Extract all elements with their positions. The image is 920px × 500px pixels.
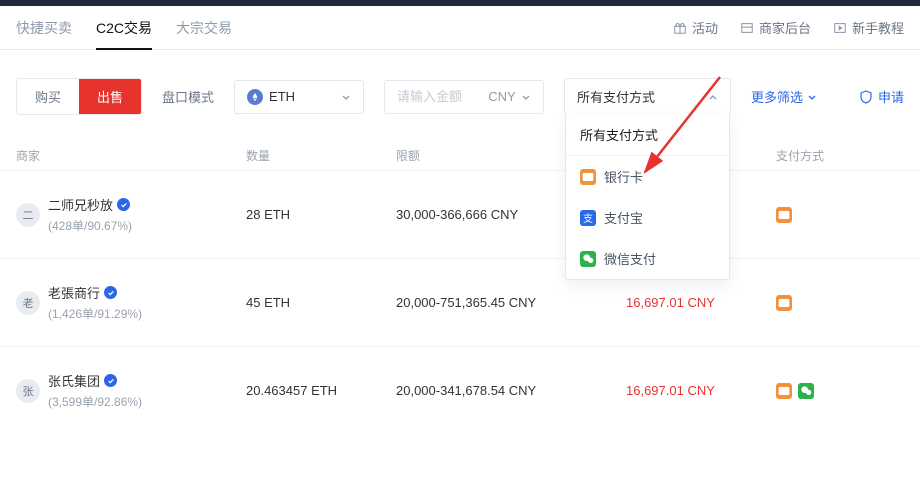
apply-label: 申请 — [878, 87, 904, 106]
chevron-down-icon — [521, 92, 531, 102]
th-pay: 支付方式 — [776, 147, 904, 164]
qty-cell: 20.463457 ETH — [246, 383, 396, 398]
nav-tab-block[interactable]: 大宗交易 — [176, 6, 232, 50]
more-filter-label: 更多筛选 — [751, 87, 803, 106]
tutorial-label: 新手教程 — [852, 18, 904, 37]
chevron-down-icon — [341, 92, 351, 102]
card-icon — [776, 207, 792, 223]
price-cell: 16,697.01 CNY — [626, 383, 776, 398]
th-qty: 数量 — [246, 147, 396, 164]
pay-option-label: 所有支付方式 — [580, 125, 658, 144]
qty-cell: 28 ETH — [246, 207, 396, 222]
verified-icon — [117, 198, 130, 211]
limit-cell: 20,000-341,678.54 CNY — [396, 383, 626, 398]
currency-label: CNY — [488, 89, 515, 104]
pay-methods-cell — [776, 383, 904, 399]
pay-option-label: 微信支付 — [604, 249, 656, 268]
more-filter-link[interactable]: 更多筛选 — [751, 87, 817, 106]
merchant-name: 二师兄秒放 — [48, 195, 132, 214]
merchant-back-label: 商家后台 — [759, 18, 811, 37]
card-icon — [776, 295, 792, 311]
table-row[interactable]: 二二师兄秒放 (428单/90.67%)28 ETH30,000-366,666… — [0, 170, 920, 258]
merchant-name: 张氏集团 — [48, 371, 142, 390]
card-icon — [580, 169, 596, 185]
nav-tab-quick[interactable]: 快捷买卖 — [16, 6, 72, 50]
table-row[interactable]: 老老張商行 (1,426单/91.29%) 45 ETH20,000-751,36… — [0, 258, 920, 346]
currency-selector[interactable]: CNY — [488, 89, 531, 104]
verified-icon — [104, 374, 117, 387]
pay-methods-cell — [776, 207, 904, 223]
th-merchant: 商家 — [16, 147, 246, 164]
pay-option-wechat[interactable]: 微信支付 — [566, 238, 729, 279]
wechat-icon — [580, 251, 596, 267]
pay-option-all[interactable]: 所有支付方式 — [566, 114, 729, 156]
payment-dropdown-trigger[interactable]: 所有支付方式 — [565, 79, 730, 114]
alipay-icon: 支 — [580, 210, 596, 226]
eth-icon — [247, 89, 263, 105]
nav-tab-c2c[interactable]: C2C交易 — [96, 6, 152, 50]
limit-cell: 20,000-751,365.45 CNY — [396, 295, 626, 310]
merchant-stats: (3,599单/92.86%) — [48, 393, 142, 410]
activity-label: 活动 — [692, 18, 718, 37]
amount-input[interactable] — [397, 89, 477, 104]
coin-label: ETH — [269, 89, 295, 104]
avatar: 老 — [16, 291, 40, 315]
payment-trigger-label: 所有支付方式 — [577, 87, 655, 106]
shield-icon — [859, 90, 873, 104]
pay-option-alipay[interactable]: 支 支付宝 — [566, 197, 729, 238]
price-cell: 16,697.01 CNY — [626, 295, 776, 310]
chevron-down-icon — [807, 92, 817, 102]
chevron-up-icon — [708, 92, 718, 102]
merchant-stats: (428单/90.67%) — [48, 217, 132, 234]
payment-dropdown-menu: 所有支付方式 银行卡 支 支付宝 微信支付 — [565, 114, 730, 280]
verified-icon — [104, 286, 117, 299]
gift-icon — [673, 21, 687, 35]
amount-box: CNY — [384, 80, 544, 114]
play-icon — [833, 21, 847, 35]
merchant-stats: (1,426单/91.29%) — [48, 305, 142, 322]
payment-dropdown: 所有支付方式 所有支付方式 银行卡 支 支付宝 微信支付 — [564, 78, 731, 115]
qty-cell: 45 ETH — [246, 295, 396, 310]
sell-button[interactable]: 出售 — [79, 79, 141, 114]
coin-select[interactable]: ETH — [234, 80, 364, 114]
pay-option-card[interactable]: 银行卡 — [566, 156, 729, 197]
buy-button[interactable]: 购买 — [17, 79, 79, 114]
apply-link[interactable]: 申请 — [859, 87, 904, 106]
merchant-name: 老張商行 — [48, 283, 142, 302]
avatar: 张 — [16, 379, 40, 403]
table-row[interactable]: 张张氏集团 (3,599单/92.86%) 20.463457 ETH20,000… — [0, 346, 920, 434]
pay-option-label: 支付宝 — [604, 208, 643, 227]
activity-link[interactable]: 活动 — [673, 18, 718, 37]
merchant-back-link[interactable]: 商家后台 — [740, 18, 811, 37]
avatar: 二 — [16, 203, 40, 227]
pay-methods-cell — [776, 295, 904, 311]
shop-icon — [740, 21, 754, 35]
orderbook-mode-link[interactable]: 盘口模式 — [162, 87, 214, 106]
pay-option-label: 银行卡 — [604, 167, 643, 186]
buy-sell-toggle: 购买 出售 — [16, 78, 142, 115]
tutorial-link[interactable]: 新手教程 — [833, 18, 904, 37]
card-icon — [776, 383, 792, 399]
wechat-icon — [798, 383, 814, 399]
